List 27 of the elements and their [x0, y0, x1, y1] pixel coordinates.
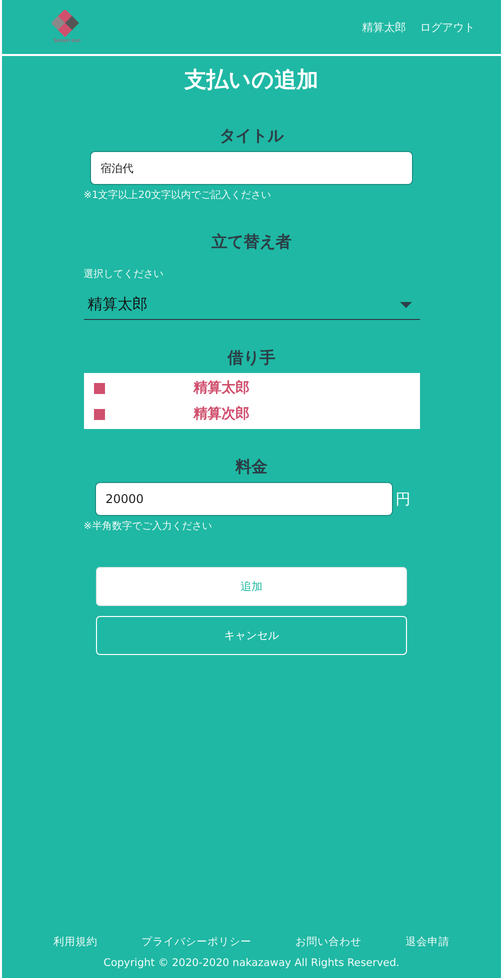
copyright-text: Copyright © 2020-2020 nakazaway All Rights Reserved.	[103, 957, 400, 969]
footer-link[interactable]: 利用規約	[54, 935, 98, 949]
footer-link[interactable]: お問い合わせ	[296, 935, 362, 949]
borrower-name: 精算次郎	[194, 405, 250, 423]
borrower-name: 精算太郎	[194, 379, 250, 397]
logout-link[interactable]: ログアウト	[420, 20, 475, 34]
dropdown-caret-icon	[400, 302, 412, 308]
payer-select[interactable]: 精算太郎	[84, 295, 420, 320]
logo-icon	[52, 10, 82, 38]
field-label: 立て替え者	[210, 232, 292, 253]
checkbox[interactable]	[94, 382, 104, 394]
page-title: 支払いの追加	[184, 67, 318, 95]
hint-text: ※半角数字でご入力ください	[84, 520, 213, 533]
add-button[interactable]: 追加	[96, 567, 407, 606]
cancel-button[interactable]: キャンセル	[96, 616, 407, 655]
amount-input[interactable]: 20000	[94, 482, 392, 516]
unit-label: 円	[396, 490, 410, 508]
footer-link[interactable]: プライバシーポリシー	[142, 935, 252, 949]
field-label: 料金	[234, 457, 268, 478]
checkbox[interactable]	[94, 408, 104, 420]
field-label: タイトル	[218, 126, 285, 147]
footer-link[interactable]: 退会申請	[406, 935, 450, 949]
hint-text: ※1文字以上20文字以内でご記入ください	[84, 188, 272, 202]
field-label: 借り手	[226, 348, 276, 369]
select-caption: 選択してください	[84, 268, 164, 281]
user-name: 精算太郎	[362, 20, 406, 34]
title-input[interactable]: 宿泊代	[90, 151, 412, 185]
